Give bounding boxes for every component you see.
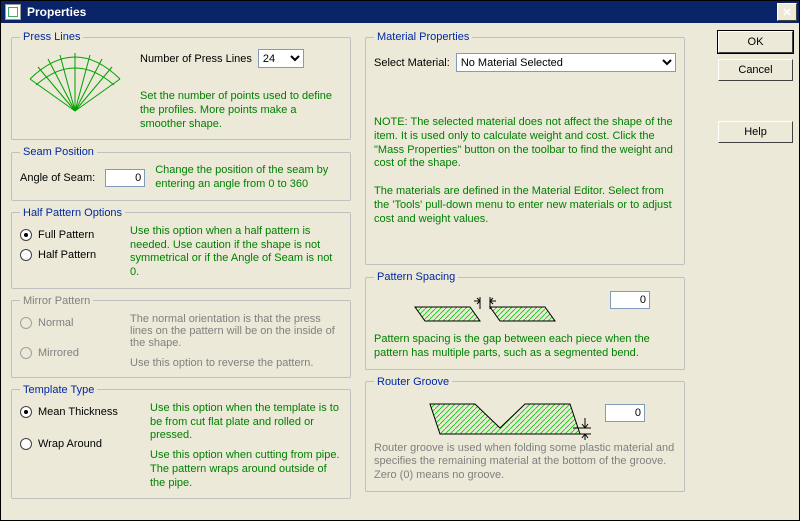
ok-button[interactable]: OK (718, 31, 793, 53)
angle-of-seam-input[interactable] (105, 169, 145, 187)
router-groove-diagram (405, 394, 605, 440)
mean-thickness-label: Mean Thickness (38, 406, 118, 418)
half-pattern-group: Half Pattern Options Full Pattern Half P… (11, 207, 351, 289)
help-button[interactable]: Help (718, 121, 793, 143)
select-material-label: Select Material: (374, 57, 450, 69)
material-note: NOTE: The selected material does not aff… (374, 116, 676, 171)
wrap-around-radio[interactable] (20, 438, 32, 450)
mirror-mirrored-radio (20, 347, 32, 359)
right-column: Material Properties Select Material: No … (365, 31, 685, 514)
num-press-lines-label: Number of Press Lines (140, 53, 252, 65)
mirror-mirrored-label: Mirrored (38, 347, 79, 359)
material-properties-group: Material Properties Select Material: No … (365, 31, 685, 265)
press-lines-group: Press Lines Number (11, 31, 351, 140)
router-groove-desc: Router groove is used when folding some … (374, 442, 676, 483)
wrap-around-option[interactable]: Wrap Around (20, 438, 140, 450)
mirror-normal-desc: The normal orientation is that the press… (130, 313, 342, 349)
mirror-legend: Mirror Pattern (20, 295, 93, 307)
half-pattern-legend: Half Pattern Options (20, 207, 125, 219)
dialog-body: Press Lines Number (1, 23, 799, 520)
mean-thickness-option[interactable]: Mean Thickness (20, 406, 140, 418)
close-button[interactable]: ✕ (777, 3, 797, 21)
router-groove-legend: Router Groove (374, 376, 452, 388)
router-groove-group: Router Groove Router groove is used when… (365, 376, 685, 492)
half-pattern-label: Half Pattern (38, 249, 96, 261)
seam-position-group: Seam Position Angle of Seam: Change the … (11, 146, 351, 201)
cancel-button[interactable]: Cancel (718, 59, 793, 81)
full-pattern-radio[interactable] (20, 229, 32, 241)
pattern-spacing-group: Pattern Spacing Pattern spacing is the g… (365, 271, 685, 370)
pattern-spacing-legend: Pattern Spacing (374, 271, 458, 283)
wrap-around-label: Wrap Around (38, 438, 102, 450)
template-type-group: Template Type Mean Thickness Wrap Around (11, 384, 351, 500)
select-material-dropdown[interactable]: No Material Selected (456, 53, 676, 72)
angle-of-seam-label: Angle of Seam: (20, 172, 95, 184)
mirror-mirrored-desc: Use this option to reverse the pattern. (130, 357, 342, 369)
wrap-around-desc: Use this option when cutting from pipe. … (150, 449, 342, 490)
mirror-pattern-group: Mirror Pattern Normal Mirrored The n (11, 295, 351, 378)
full-pattern-label: Full Pattern (38, 229, 94, 241)
press-lines-desc: Set the number of points used to define … (140, 90, 342, 131)
num-press-lines-select[interactable]: 24 (258, 49, 304, 68)
mirror-mirrored-option: Mirrored (20, 347, 120, 359)
window-title: Properties (27, 5, 86, 19)
full-pattern-option[interactable]: Full Pattern (20, 229, 120, 241)
app-icon (5, 4, 21, 20)
mirror-normal-radio (20, 317, 32, 329)
pattern-spacing-desc: Pattern spacing is the gap between each … (374, 333, 676, 361)
button-column: OK Cancel Help (685, 31, 793, 514)
press-lines-legend: Press Lines (20, 31, 83, 43)
press-lines-diagram (20, 49, 130, 117)
properties-dialog: Properties ✕ Press Lines (0, 0, 800, 521)
pattern-spacing-diagram (400, 289, 610, 329)
half-pattern-option[interactable]: Half Pattern (20, 249, 120, 261)
material-editor-note: The materials are defined in the Materia… (374, 185, 676, 226)
half-pattern-radio[interactable] (20, 249, 32, 261)
mirror-normal-label: Normal (38, 317, 73, 329)
template-legend: Template Type (20, 384, 97, 396)
titlebar: Properties ✕ (1, 1, 799, 23)
seam-legend: Seam Position (20, 146, 97, 158)
pattern-spacing-input[interactable] (610, 291, 650, 309)
mirror-normal-option: Normal (20, 317, 120, 329)
material-legend: Material Properties (374, 31, 472, 43)
mean-thickness-desc: Use this option when the template is to … (150, 402, 342, 443)
left-column: Press Lines Number (11, 31, 351, 514)
half-pattern-desc: Use this option when a half pattern is n… (130, 225, 342, 280)
mean-thickness-radio[interactable] (20, 406, 32, 418)
seam-desc: Change the position of the seam by enter… (155, 164, 342, 192)
router-groove-input[interactable] (605, 404, 645, 422)
